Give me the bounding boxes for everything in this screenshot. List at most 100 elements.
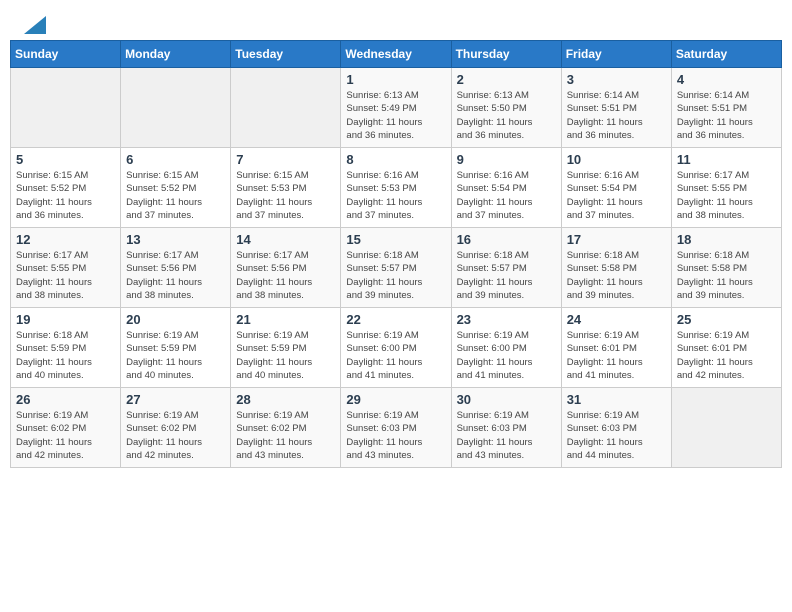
day-number: 6 [126, 152, 225, 167]
day-number: 29 [346, 392, 445, 407]
calendar-cell: 1 Sunrise: 6:13 AM Sunset: 5:49 PM Daylig… [341, 68, 451, 148]
day-info: Sunrise: 6:14 AM Sunset: 5:51 PM Dayligh… [677, 89, 776, 142]
calendar-cell: 28Sunrise: 6:19 AM Sunset: 6:02 PM Dayli… [231, 388, 341, 468]
day-number: 13 [126, 232, 225, 247]
day-number: 12 [16, 232, 115, 247]
weekday-header-wednesday: Wednesday [341, 41, 451, 68]
calendar-cell: 12 Sunrise: 6:17 AM Sunset: 5:55 PM Dayli… [11, 228, 121, 308]
calendar-cell: 29 Sunrise: 6:19 AM Sunset: 6:03 PM Dayli… [341, 388, 451, 468]
day-info: Sunrise: 6:16 AM Sunset: 5:54 PM Dayligh… [567, 169, 666, 222]
calendar-cell: 11 Sunrise: 6:17 AM Sunset: 5:55 PM Dayli… [671, 148, 781, 228]
page-header [0, 0, 792, 40]
day-info: Sunrise: 6:18 AM Sunset: 5:57 PM Dayligh… [457, 249, 556, 302]
day-info: Sunrise: 6:19 AM Sunset: 6:00 PM Dayligh… [457, 329, 556, 382]
calendar-cell: 14 Sunrise: 6:17 AM Sunset: 5:56 PM Dayli… [231, 228, 341, 308]
weekday-header-thursday: Thursday [451, 41, 561, 68]
logo [20, 16, 46, 34]
day-number: 21 [236, 312, 335, 327]
calendar-cell: 4 Sunrise: 6:14 AM Sunset: 5:51 PM Daylig… [671, 68, 781, 148]
day-number: 3 [567, 72, 666, 87]
day-number: 11 [677, 152, 776, 167]
day-info: Sunrise: 6:18 AM Sunset: 5:58 PM Dayligh… [567, 249, 666, 302]
day-number: 15 [346, 232, 445, 247]
day-info: Sunrise: 6:17 AM Sunset: 5:55 PM Dayligh… [16, 249, 115, 302]
day-number: 25 [677, 312, 776, 327]
calendar-cell: 22 Sunrise: 6:19 AM Sunset: 6:00 PM Dayli… [341, 308, 451, 388]
day-info: Sunrise: 6:18 AM Sunset: 5:59 PM Dayligh… [16, 329, 115, 382]
day-info: Sunrise: 6:19 AM Sunset: 6:03 PM Dayligh… [346, 409, 445, 462]
calendar-cell: 23 Sunrise: 6:19 AM Sunset: 6:00 PM Dayli… [451, 308, 561, 388]
day-info: Sunrise: 6:13 AM Sunset: 5:49 PM Dayligh… [346, 89, 445, 142]
calendar-week-row: 26Sunrise: 6:19 AM Sunset: 6:02 PM Dayli… [11, 388, 782, 468]
day-info: Sunrise: 6:18 AM Sunset: 5:58 PM Dayligh… [677, 249, 776, 302]
calendar-cell: 9Sunrise: 6:16 AM Sunset: 5:54 PM Daylig… [451, 148, 561, 228]
day-number: 1 [346, 72, 445, 87]
day-info: Sunrise: 6:19 AM Sunset: 5:59 PM Dayligh… [236, 329, 335, 382]
weekday-header-row: SundayMondayTuesdayWednesdayThursdayFrid… [11, 41, 782, 68]
day-info: Sunrise: 6:18 AM Sunset: 5:57 PM Dayligh… [346, 249, 445, 302]
calendar-cell [231, 68, 341, 148]
calendar-cell: 30Sunrise: 6:19 AM Sunset: 6:03 PM Dayli… [451, 388, 561, 468]
day-info: Sunrise: 6:19 AM Sunset: 5:59 PM Dayligh… [126, 329, 225, 382]
day-info: Sunrise: 6:19 AM Sunset: 6:02 PM Dayligh… [16, 409, 115, 462]
day-number: 19 [16, 312, 115, 327]
day-number: 22 [346, 312, 445, 327]
calendar-cell: 5Sunrise: 6:15 AM Sunset: 5:52 PM Daylig… [11, 148, 121, 228]
calendar-week-row: 19 Sunrise: 6:18 AM Sunset: 5:59 PM Dayli… [11, 308, 782, 388]
day-info: Sunrise: 6:17 AM Sunset: 5:56 PM Dayligh… [236, 249, 335, 302]
weekday-header-tuesday: Tuesday [231, 41, 341, 68]
calendar-cell: 13 Sunrise: 6:17 AM Sunset: 5:56 PM Dayli… [121, 228, 231, 308]
calendar-cell: 18 Sunrise: 6:18 AM Sunset: 5:58 PM Dayli… [671, 228, 781, 308]
day-number: 18 [677, 232, 776, 247]
calendar-cell: 10 Sunrise: 6:16 AM Sunset: 5:54 PM Dayli… [561, 148, 671, 228]
calendar-week-row: 5Sunrise: 6:15 AM Sunset: 5:52 PM Daylig… [11, 148, 782, 228]
weekday-header-sunday: Sunday [11, 41, 121, 68]
day-number: 14 [236, 232, 335, 247]
calendar-cell: 21 Sunrise: 6:19 AM Sunset: 5:59 PM Dayli… [231, 308, 341, 388]
day-number: 23 [457, 312, 556, 327]
calendar-cell: 25 Sunrise: 6:19 AM Sunset: 6:01 PM Dayli… [671, 308, 781, 388]
calendar-table: SundayMondayTuesdayWednesdayThursdayFrid… [10, 40, 782, 468]
day-info: Sunrise: 6:19 AM Sunset: 6:01 PM Dayligh… [677, 329, 776, 382]
day-number: 4 [677, 72, 776, 87]
day-number: 16 [457, 232, 556, 247]
calendar-cell: 8Sunrise: 6:16 AM Sunset: 5:53 PM Daylig… [341, 148, 451, 228]
calendar-cell: 3Sunrise: 6:14 AM Sunset: 5:51 PM Daylig… [561, 68, 671, 148]
day-info: Sunrise: 6:17 AM Sunset: 5:55 PM Dayligh… [677, 169, 776, 222]
day-info: Sunrise: 6:19 AM Sunset: 6:03 PM Dayligh… [567, 409, 666, 462]
calendar-cell: 20 Sunrise: 6:19 AM Sunset: 5:59 PM Dayli… [121, 308, 231, 388]
day-number: 7 [236, 152, 335, 167]
day-info: Sunrise: 6:13 AM Sunset: 5:50 PM Dayligh… [457, 89, 556, 142]
day-number: 27 [126, 392, 225, 407]
day-info: Sunrise: 6:19 AM Sunset: 6:02 PM Dayligh… [236, 409, 335, 462]
day-info: Sunrise: 6:15 AM Sunset: 5:52 PM Dayligh… [16, 169, 115, 222]
calendar-cell: 15 Sunrise: 6:18 AM Sunset: 5:57 PM Dayli… [341, 228, 451, 308]
day-number: 10 [567, 152, 666, 167]
calendar-container: SundayMondayTuesdayWednesdayThursdayFrid… [0, 40, 792, 478]
day-number: 9 [457, 152, 556, 167]
day-number: 17 [567, 232, 666, 247]
calendar-cell: 7 Sunrise: 6:15 AM Sunset: 5:53 PM Daylig… [231, 148, 341, 228]
day-info: Sunrise: 6:19 AM Sunset: 6:03 PM Dayligh… [457, 409, 556, 462]
day-info: Sunrise: 6:15 AM Sunset: 5:53 PM Dayligh… [236, 169, 335, 222]
day-number: 2 [457, 72, 556, 87]
calendar-cell: 27 Sunrise: 6:19 AM Sunset: 6:02 PM Dayli… [121, 388, 231, 468]
day-info: Sunrise: 6:15 AM Sunset: 5:52 PM Dayligh… [126, 169, 225, 222]
calendar-cell: 6 Sunrise: 6:15 AM Sunset: 5:52 PM Daylig… [121, 148, 231, 228]
calendar-cell: 24 Sunrise: 6:19 AM Sunset: 6:01 PM Dayli… [561, 308, 671, 388]
day-number: 31 [567, 392, 666, 407]
day-number: 8 [346, 152, 445, 167]
day-info: Sunrise: 6:19 AM Sunset: 6:01 PM Dayligh… [567, 329, 666, 382]
calendar-cell: 19 Sunrise: 6:18 AM Sunset: 5:59 PM Dayli… [11, 308, 121, 388]
logo-wing-icon [24, 16, 46, 34]
calendar-cell: 26Sunrise: 6:19 AM Sunset: 6:02 PM Dayli… [11, 388, 121, 468]
calendar-cell [671, 388, 781, 468]
day-number: 24 [567, 312, 666, 327]
day-info: Sunrise: 6:19 AM Sunset: 6:00 PM Dayligh… [346, 329, 445, 382]
day-number: 20 [126, 312, 225, 327]
day-info: Sunrise: 6:17 AM Sunset: 5:56 PM Dayligh… [126, 249, 225, 302]
weekday-header-saturday: Saturday [671, 41, 781, 68]
calendar-cell: 31 Sunrise: 6:19 AM Sunset: 6:03 PM Dayli… [561, 388, 671, 468]
calendar-week-row: 12 Sunrise: 6:17 AM Sunset: 5:55 PM Dayli… [11, 228, 782, 308]
day-info: Sunrise: 6:19 AM Sunset: 6:02 PM Dayligh… [126, 409, 225, 462]
